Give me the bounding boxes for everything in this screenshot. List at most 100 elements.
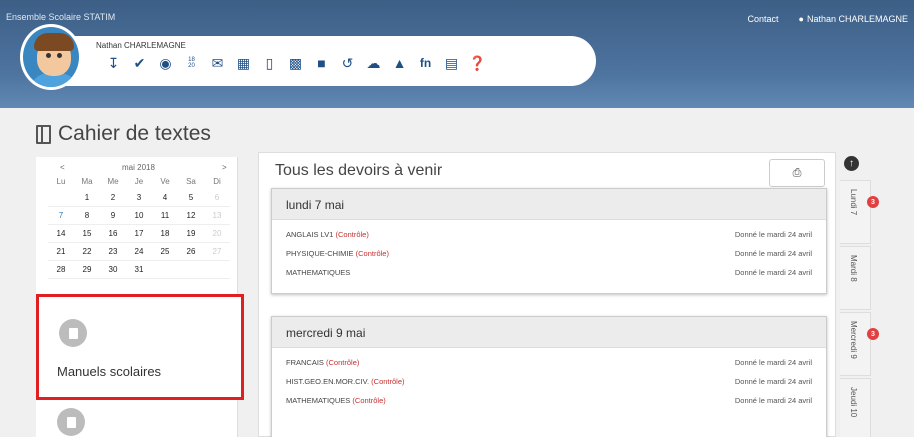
school-name: Ensemble Scolaire STATIM bbox=[6, 12, 116, 22]
top-header: Ensemble Scolaire STATIM Contact ● Natha… bbox=[0, 0, 914, 108]
calendar-day[interactable]: 16 bbox=[100, 225, 126, 243]
weekday-header: Sa bbox=[186, 176, 196, 186]
calendar-day[interactable]: 13 bbox=[204, 207, 230, 225]
calendar-day[interactable]: 31 bbox=[126, 261, 152, 279]
weekday-header: Di bbox=[213, 176, 221, 186]
book-icon[interactable]: ▤ bbox=[442, 53, 461, 73]
notebook-icon[interactable]: ▯ bbox=[260, 53, 279, 73]
calendar-day[interactable]: 3 bbox=[126, 189, 152, 207]
manuels-icon bbox=[59, 319, 87, 347]
folder-icon[interactable]: ■ bbox=[312, 53, 331, 73]
calendar-day[interactable]: 23 bbox=[100, 243, 126, 261]
groups-icon[interactable]: ▲ bbox=[390, 53, 409, 73]
avatar-eye bbox=[46, 53, 51, 58]
calendar-day[interactable]: 1 bbox=[74, 189, 100, 207]
calendar-grid: Lu Ma Me Je Ve Sa Di 1 2 3 4 5 6 7 8 9 1… bbox=[48, 173, 230, 279]
calendar-day[interactable]: 10 bbox=[126, 207, 152, 225]
history-icon[interactable]: ↺ bbox=[338, 53, 357, 73]
calendar-day[interactable]: 22 bbox=[74, 243, 100, 261]
calendar-day[interactable]: 30 bbox=[100, 261, 126, 279]
control-tag: (Contrôle) bbox=[352, 396, 386, 405]
mail-icon[interactable]: ✉ bbox=[208, 53, 227, 73]
calendar-day[interactable]: 29 bbox=[74, 261, 100, 279]
homework-row[interactable]: FRANCAIS (Contrôle) Donné le mardi 24 av… bbox=[286, 358, 812, 377]
calendar-day[interactable]: 15 bbox=[74, 225, 100, 243]
calendar-next-button[interactable]: > bbox=[222, 163, 227, 172]
grades-fraction-icon[interactable]: 18 20 bbox=[182, 53, 201, 73]
calendar-day[interactable]: 12 bbox=[178, 207, 204, 225]
tab-label: Jeudi 10 bbox=[849, 387, 858, 418]
calendar-day bbox=[48, 189, 74, 207]
calendar-day[interactable]: 2 bbox=[100, 189, 126, 207]
avatar-hair bbox=[34, 33, 74, 51]
homework-row[interactable]: HIST.GEO.EN.MOR.CIV. (Contrôle) Donné le… bbox=[286, 377, 812, 396]
messages-icon[interactable]: ◉ bbox=[156, 53, 175, 73]
grades-icon[interactable]: ↧ bbox=[104, 53, 123, 73]
notebook-icon bbox=[36, 124, 51, 144]
textbook-icon[interactable]: ▩ bbox=[286, 53, 305, 73]
calendar-prev-button[interactable]: < bbox=[60, 163, 65, 172]
top-links: Contact ● Nathan CHARLEMAGNE bbox=[747, 14, 908, 24]
calendar-day[interactable]: 21 bbox=[48, 243, 74, 261]
homework-row[interactable]: PHYSIQUE-CHIMIE (Contrôle) Donné le mard… bbox=[286, 249, 812, 268]
control-tag: (Contrôle) bbox=[355, 249, 389, 258]
toolbar-username: Nathan CHARLEMAGNE bbox=[96, 41, 186, 50]
subject: PHYSIQUE-CHIMIE bbox=[286, 249, 354, 258]
contact-link[interactable]: Contact bbox=[747, 14, 778, 24]
homework-list: FRANCAIS (Contrôle) Donné le mardi 24 av… bbox=[272, 348, 826, 437]
fn-icon[interactable]: fn bbox=[416, 53, 435, 73]
calendar-day-current[interactable]: 7 bbox=[48, 207, 74, 225]
calendar-day[interactable]: 6 bbox=[204, 189, 230, 207]
calendar-day[interactable]: 19 bbox=[178, 225, 204, 243]
tab-mercredi-9[interactable]: Mercredi 9 bbox=[840, 312, 871, 376]
tab-label: Lundi 7 bbox=[849, 189, 858, 216]
calendar-day[interactable]: 11 bbox=[152, 207, 178, 225]
count-badge: 3 bbox=[867, 196, 879, 208]
fraction-bottom: 20 bbox=[188, 63, 195, 69]
calendar-day[interactable]: 5 bbox=[178, 189, 204, 207]
day-header: lundi 7 mai bbox=[272, 189, 826, 220]
calendar-day[interactable]: 20 bbox=[204, 225, 230, 243]
calendar-day[interactable]: 18 bbox=[152, 225, 178, 243]
day-tabs: ↑ Lundi 7 Mardi 8 Mercredi 9 Jeudi 10 3 … bbox=[840, 152, 879, 437]
manuels-scolaires-button[interactable]: Manuels scolaires bbox=[36, 294, 244, 400]
calendar-day[interactable]: 27 bbox=[204, 243, 230, 261]
control-tag: (Contrôle) bbox=[335, 230, 369, 239]
tab-mardi-8[interactable]: Mardi 8 bbox=[840, 246, 871, 310]
schedule-icon[interactable]: ✔ bbox=[130, 53, 149, 73]
user-menu[interactable]: ● Nathan CHARLEMAGNE bbox=[799, 14, 908, 24]
tab-label: Mercredi 9 bbox=[849, 321, 858, 359]
calendar-day[interactable]: 24 bbox=[126, 243, 152, 261]
calendar-day[interactable]: 8 bbox=[74, 207, 100, 225]
calendar-day[interactable]: 17 bbox=[126, 225, 152, 243]
homework-row[interactable]: ANGLAIS LV1 (Contrôle) Donné le mardi 24… bbox=[286, 230, 812, 249]
subject: HIST.GEO.EN.MOR.CIV. bbox=[286, 377, 370, 386]
calendar-day[interactable]: 28 bbox=[48, 261, 74, 279]
day-header: mercredi 9 mai bbox=[272, 317, 826, 348]
tab-jeudi-10[interactable]: Jeudi 10 bbox=[840, 378, 871, 437]
tab-lundi-7[interactable]: Lundi 7 bbox=[840, 180, 871, 244]
calendar-day[interactable]: 4 bbox=[152, 189, 178, 207]
calendar-icon[interactable]: ▦ bbox=[234, 53, 253, 73]
scroll-up-icon[interactable]: ↑ bbox=[844, 156, 859, 171]
calendar-day[interactable]: 9 bbox=[100, 207, 126, 225]
count-badge: 3 bbox=[867, 328, 879, 340]
given-date: Donné le mardi 24 avril bbox=[734, 268, 812, 277]
calendar-day[interactable]: 26 bbox=[178, 243, 204, 261]
given-date: Donné le mardi 24 avril bbox=[734, 249, 812, 258]
homework-row[interactable]: MATHEMATIQUES Donné le mardi 24 avril bbox=[286, 268, 812, 287]
database-icon[interactable] bbox=[57, 408, 85, 436]
page-title: Cahier de textes bbox=[36, 122, 211, 146]
toolbar-icons: ↧ ✔ ◉ 18 20 ✉ ▦ ▯ ▩ ■ ↺ ☁ ▲ fn ▤ ❓ bbox=[104, 53, 487, 73]
calendar-day[interactable]: 25 bbox=[152, 243, 178, 261]
user-icon: ● bbox=[798, 14, 804, 24]
cloud-icon[interactable]: ☁ bbox=[364, 53, 383, 73]
subject: MATHEMATIQUES bbox=[286, 396, 351, 405]
print-button[interactable]: ⎙ bbox=[769, 159, 825, 187]
given-date: Donné le mardi 24 avril bbox=[734, 377, 812, 386]
homework-row[interactable]: MATHEMATIQUES (Contrôle) Donné le mardi … bbox=[286, 396, 812, 415]
subject: ANGLAIS LV1 bbox=[286, 230, 334, 239]
help-icon[interactable]: ❓ bbox=[468, 53, 487, 73]
calendar-day[interactable]: 14 bbox=[48, 225, 74, 243]
avatar[interactable] bbox=[20, 24, 82, 90]
